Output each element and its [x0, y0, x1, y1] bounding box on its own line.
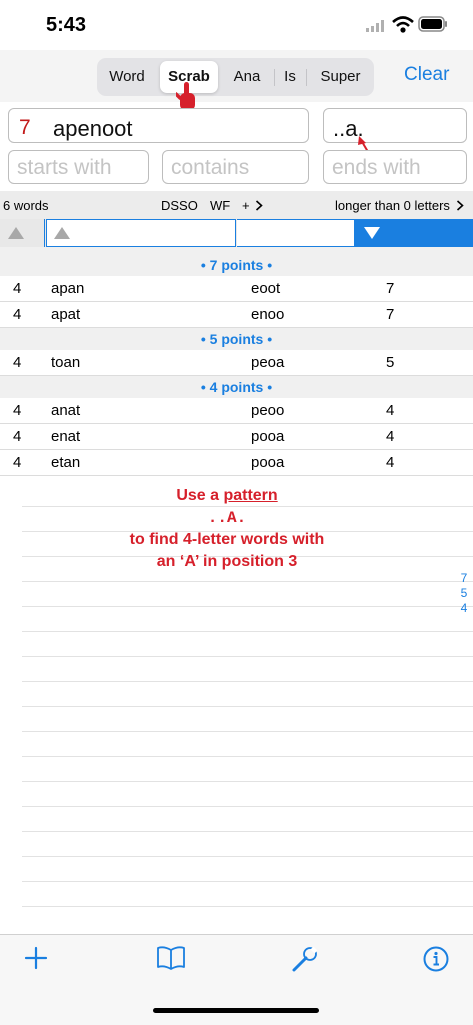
list-item[interactable]: 4 toan peoa 5	[0, 350, 473, 376]
cellular-signal-icon	[366, 20, 384, 32]
list-item[interactable]: 4 etan pooa 4	[0, 450, 473, 476]
sort-word-column[interactable]	[46, 219, 236, 247]
top-toolbar: Word Scrab Ana Is Super Clear	[0, 50, 473, 102]
list-item[interactable]: 4 enat pooa 4	[0, 424, 473, 450]
word-count: 6 words	[3, 198, 49, 213]
word-length: 4	[13, 306, 22, 323]
sort-remaining-column[interactable]	[237, 219, 354, 247]
chevron-right-icon	[256, 200, 263, 211]
plus-icon[interactable]	[23, 945, 49, 971]
word-score: 4	[386, 428, 395, 445]
info-icon[interactable]	[422, 945, 450, 973]
sort-ascending-icon	[54, 227, 70, 239]
wifi-icon	[392, 16, 414, 33]
results-list: • 7 points • 4 apan eoot 7 4 apat enoo 7…	[0, 247, 473, 476]
sort-descending-icon	[364, 227, 380, 239]
section-index-item[interactable]: 4	[457, 601, 471, 616]
clear-button[interactable]: Clear	[404, 64, 449, 86]
contains-field[interactable]: contains	[162, 150, 309, 184]
word-length: 4	[13, 454, 22, 471]
tab-ana[interactable]: Ana	[221, 58, 273, 96]
letters-value: apenoot	[53, 116, 133, 141]
section-index-item[interactable]: 7	[457, 571, 471, 586]
sort-score-column[interactable]	[354, 219, 473, 247]
word-score: 7	[386, 306, 395, 323]
pattern-input[interactable]: ..a.	[323, 108, 467, 143]
mode-segmented-control: Word Scrab Ana Is Super	[97, 58, 374, 96]
word-score: 4	[386, 402, 395, 419]
sort-length-column[interactable]	[0, 219, 45, 247]
hint-line-3: to find 4-letter words with	[129, 531, 325, 548]
status-time: 5:43	[46, 14, 87, 36]
letter-count: 7	[19, 116, 31, 139]
plus-toggle[interactable]: +	[242, 198, 263, 213]
word: toan	[51, 354, 81, 371]
section-header-5-points: • 5 points •	[0, 328, 473, 350]
hint-prefix: Use a	[176, 487, 224, 504]
word: etan	[51, 454, 81, 471]
sort-header-row	[0, 219, 473, 247]
plus-label: +	[242, 198, 250, 213]
results-info-bar: 6 words DSSO WF + longer than 0 letters	[0, 191, 473, 219]
word: apan	[51, 280, 85, 297]
pattern-hint-annotation: Use a pattern ..A. to find 4-letter word…	[22, 485, 432, 573]
remaining-letters: enoo	[251, 306, 285, 323]
remaining-letters: peoa	[251, 354, 285, 371]
sort-ascending-icon	[8, 227, 24, 239]
hint-pattern-link: pattern	[223, 487, 278, 504]
list-item[interactable]: 4 apan eoot 7	[0, 276, 473, 302]
book-icon[interactable]	[156, 945, 186, 971]
chevron-right-icon	[456, 200, 464, 211]
starts-with-placeholder: starts with	[17, 156, 112, 179]
tab-super[interactable]: Super	[307, 58, 374, 96]
wrench-icon[interactable]	[291, 945, 319, 973]
starts-with-field[interactable]: starts with	[8, 150, 149, 184]
word: enat	[51, 428, 81, 445]
section-index-item[interactable]: 5	[457, 586, 471, 601]
word-score: 7	[386, 280, 395, 297]
word-score: 4	[386, 454, 395, 471]
ends-with-field[interactable]: ends with	[323, 150, 467, 184]
remaining-letters: peoo	[251, 402, 285, 419]
dictionary-button[interactable]: DSSO	[161, 198, 198, 213]
battery-icon	[418, 16, 447, 32]
word-length: 4	[13, 428, 22, 445]
word-length: 4	[13, 402, 22, 419]
word: anat	[51, 402, 81, 419]
section-index[interactable]: 7 5 4	[457, 571, 471, 616]
remaining-letters: pooa	[251, 428, 285, 445]
list-item[interactable]: 4 anat peoo 4	[0, 398, 473, 424]
length-filter-button[interactable]: longer than 0 letters	[335, 198, 464, 213]
section-header-4-points: • 4 points •	[0, 376, 473, 398]
remaining-letters: eoot	[251, 280, 281, 297]
home-indicator	[153, 1008, 319, 1013]
word-length: 4	[13, 354, 22, 371]
word-length: 4	[13, 280, 22, 297]
list-item[interactable]: 4 apat enoo 7	[0, 302, 473, 328]
word-score: 5	[386, 354, 395, 371]
letters-input[interactable]: 7 apenoot	[8, 108, 309, 143]
hint-pattern-example: ..A.	[207, 509, 247, 527]
length-filter-label: longer than 0 letters	[335, 198, 450, 213]
tab-is[interactable]: Is	[275, 58, 305, 96]
section-header-7-points: • 7 points •	[0, 254, 473, 276]
status-bar: 5:43	[0, 0, 473, 50]
remaining-letters: pooa	[251, 454, 285, 471]
word-frequency-button[interactable]: WF	[210, 198, 230, 213]
contains-placeholder: contains	[171, 156, 250, 179]
ends-with-placeholder: ends with	[332, 156, 421, 179]
word: apat	[51, 306, 81, 323]
tab-word[interactable]: Word	[97, 58, 157, 96]
hint-line-4: an ‘A’ in position 3	[156, 553, 298, 570]
